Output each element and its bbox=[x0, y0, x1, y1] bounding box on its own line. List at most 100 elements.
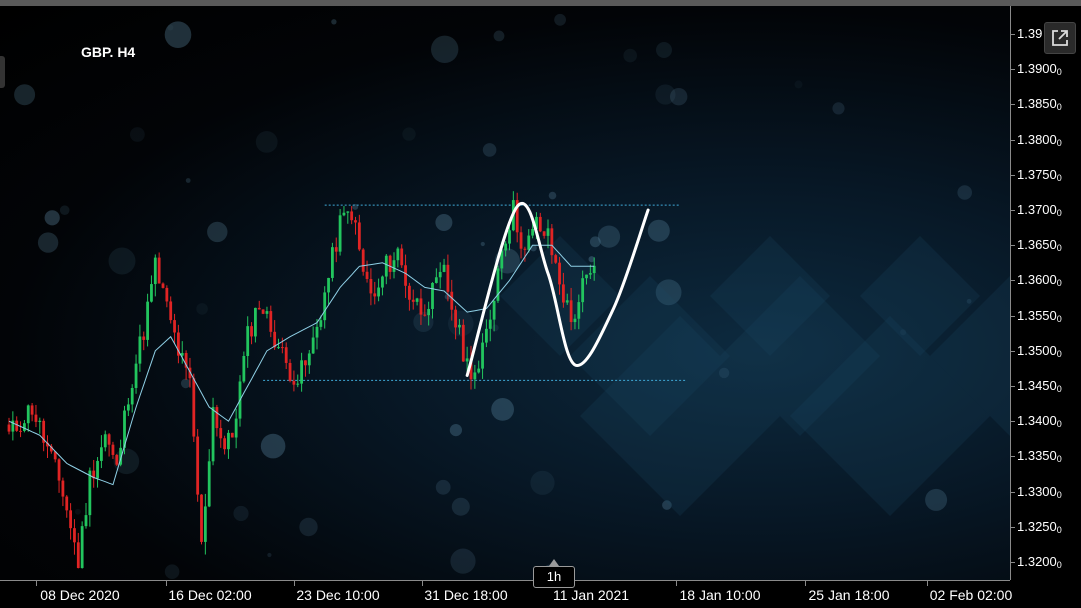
external-link-icon bbox=[1052, 30, 1068, 46]
time-tick bbox=[166, 581, 167, 586]
candle-body bbox=[350, 211, 354, 221]
timeframe-indicator[interactable]: 1h bbox=[533, 566, 575, 588]
candle-body bbox=[100, 447, 103, 461]
candle-body bbox=[550, 228, 554, 256]
candle-body bbox=[165, 287, 169, 302]
candle-body bbox=[404, 265, 407, 286]
candle-body bbox=[115, 454, 119, 465]
candle-body bbox=[434, 277, 438, 283]
price-tick-label: 1.32000 bbox=[1017, 554, 1062, 570]
candle-body bbox=[130, 387, 134, 405]
candle-body bbox=[396, 248, 400, 261]
candle-body bbox=[142, 336, 146, 340]
candle-body bbox=[223, 438, 226, 450]
candle-body bbox=[96, 460, 99, 479]
price-tick-subdigit: 0 bbox=[1056, 454, 1062, 465]
candle-body bbox=[488, 319, 492, 329]
candle-body bbox=[438, 271, 442, 278]
price-tick-subdigit: 0 bbox=[1056, 419, 1062, 430]
price-tick-label: 1.34000 bbox=[1017, 413, 1062, 430]
time-tick-label: 11 Jan 2021 bbox=[552, 587, 630, 603]
candle-body bbox=[242, 355, 246, 382]
price-tick bbox=[1011, 315, 1015, 317]
candle-body bbox=[34, 414, 38, 422]
price-tick-label: 1.33000 bbox=[1017, 483, 1062, 500]
candle-body bbox=[269, 311, 273, 332]
time-axis[interactable]: 08 Dec 2020 16 Dec 02:00 23 Dec 10:00 31 De… bbox=[0, 580, 1012, 608]
candle-body bbox=[307, 353, 311, 366]
time-tick bbox=[676, 581, 677, 586]
price-tick-label: 1.39000 bbox=[1017, 61, 1062, 78]
price-tick-label: 1.38500 bbox=[1017, 96, 1062, 113]
symbol-timeframe-label: GBP. H4 bbox=[81, 44, 136, 60]
candle-body bbox=[573, 318, 577, 323]
candle-body bbox=[304, 360, 307, 366]
expand-chart-button[interactable] bbox=[1044, 22, 1076, 54]
candle-body bbox=[415, 298, 419, 302]
candle-body bbox=[30, 405, 34, 415]
candle-body bbox=[7, 424, 11, 432]
candle-body bbox=[327, 277, 330, 293]
candle-body bbox=[531, 228, 534, 236]
candle-body bbox=[296, 383, 300, 385]
price-tick bbox=[1011, 350, 1015, 352]
candle-body bbox=[277, 347, 280, 349]
price-tick-subdigit: 0 bbox=[1056, 489, 1062, 500]
price-tick bbox=[1011, 245, 1015, 247]
candle-body bbox=[161, 283, 165, 288]
candle-body bbox=[361, 249, 365, 272]
chart-plot-area[interactable]: GBP. H4 bbox=[0, 6, 1010, 580]
price-tick bbox=[1011, 174, 1015, 176]
candle-body bbox=[423, 314, 427, 316]
price-tick-subdigit: 0 bbox=[1056, 67, 1062, 78]
time-tick-label: 25 Jan 18:00 bbox=[808, 587, 890, 603]
candle-body bbox=[388, 255, 392, 272]
time-tick-label: 16 Dec 02:00 bbox=[168, 587, 252, 603]
time-tick-label: 23 Dec 10:00 bbox=[296, 587, 380, 603]
candle-body bbox=[280, 347, 284, 349]
candle-body bbox=[357, 222, 361, 250]
side-panel-handle[interactable] bbox=[0, 56, 5, 88]
candle-body bbox=[300, 360, 303, 384]
candle-body bbox=[257, 307, 261, 310]
candle-body bbox=[323, 292, 327, 321]
candle-body bbox=[523, 248, 527, 250]
price-tick bbox=[1011, 280, 1015, 282]
candle-body bbox=[450, 291, 454, 310]
candle-body bbox=[200, 494, 203, 542]
price-tick-label: 1.36500 bbox=[1017, 237, 1062, 254]
candle-body bbox=[392, 260, 396, 272]
candle-body bbox=[504, 243, 508, 251]
candle-body bbox=[331, 247, 334, 278]
price-tick bbox=[1011, 139, 1015, 141]
candle-body bbox=[311, 337, 315, 354]
candle-body bbox=[246, 326, 250, 356]
time-tick bbox=[36, 581, 37, 586]
candle-body bbox=[408, 285, 411, 300]
price-chart[interactable] bbox=[0, 6, 1010, 580]
candle-body bbox=[419, 298, 423, 315]
time-tick bbox=[422, 581, 423, 586]
price-tick-subdigit: 0 bbox=[1056, 137, 1062, 148]
price-tick-label: 1.34500 bbox=[1017, 378, 1062, 394]
price-tick bbox=[1011, 386, 1015, 387]
candle-body bbox=[126, 404, 130, 411]
price-tick-label: 1.37500 bbox=[1017, 166, 1062, 183]
candle-body bbox=[203, 506, 207, 542]
candle-body bbox=[265, 311, 269, 314]
candle-body bbox=[88, 470, 92, 516]
candle-body bbox=[454, 309, 457, 328]
candle-body bbox=[411, 299, 415, 302]
candle-body bbox=[527, 235, 531, 250]
candle-body bbox=[19, 430, 22, 432]
time-tick-label: 31 Dec 18:00 bbox=[424, 587, 508, 603]
price-tick-subdigit: 0 bbox=[1056, 524, 1062, 535]
time-tick-label: 08 Dec 2020 bbox=[40, 587, 120, 603]
candle-body bbox=[546, 228, 550, 236]
candle-body bbox=[15, 420, 19, 431]
price-axis[interactable]: 1.39 1.39000 1.38500 1.38000 1.37500 1.37000 1… bbox=[1010, 6, 1081, 580]
price-tick-subdigit: 0 bbox=[1056, 102, 1062, 113]
candle-body bbox=[284, 347, 288, 363]
candle-body bbox=[250, 326, 253, 337]
candle-body bbox=[554, 255, 558, 263]
